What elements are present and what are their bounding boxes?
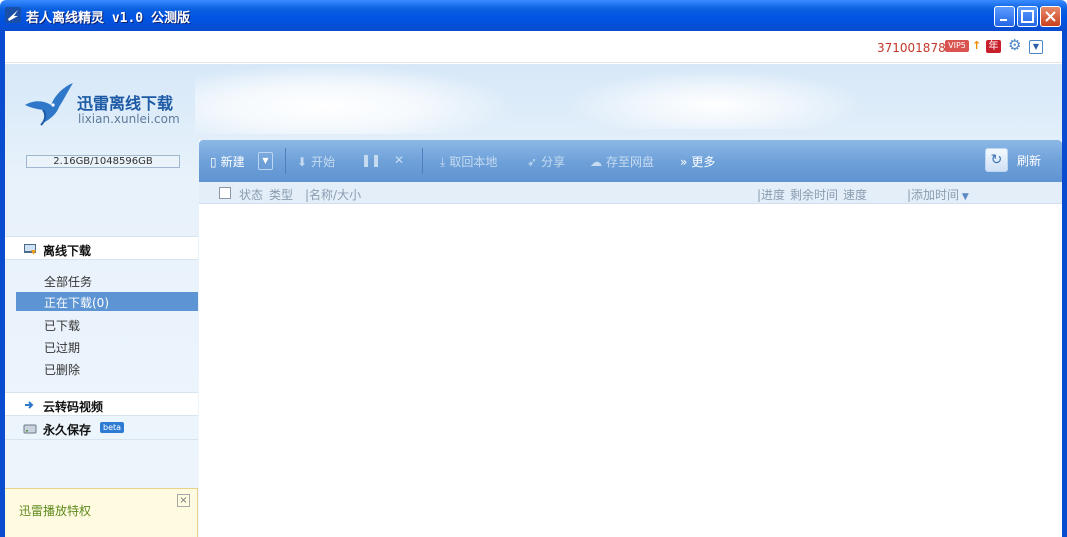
sidebar-item-downloading[interactable]: 正在下载(0) [16, 292, 198, 311]
promo-text[interactable]: 迅雷播放特权 [19, 502, 91, 519]
save-cloud-label: 存至网盘 [606, 155, 655, 169]
sidebar-item-label: 已删除 [44, 363, 81, 377]
cloud-transcode-label: 云转码视频 [43, 400, 104, 414]
column-name-size[interactable]: |名称/大小 [305, 186, 361, 203]
xunlei-bird-logo-icon [25, 83, 73, 126]
download-tray-icon: ⤓ [440, 155, 446, 169]
task-panel: ▯ 新建 ▼ ⬇ 开始 ❚❚ ✕ ⤓ 取回本地 ➶ 分享 ☁ 存至网盘 » 更多… [199, 140, 1062, 537]
pause-button[interactable]: ❚❚ [361, 153, 385, 169]
save-cloud-button[interactable]: ☁ 存至网盘 [590, 153, 654, 169]
more-button[interactable]: » 更多 [680, 153, 715, 169]
toolbar-divider [285, 148, 286, 174]
gear-icon[interactable]: ⚙ [1008, 38, 1021, 53]
column-remaining[interactable]: 剩余时间 [790, 186, 838, 203]
new-file-icon: ▯ [210, 155, 217, 169]
share-icon: ➶ [527, 155, 538, 169]
sidebar-item-downloaded[interactable]: 已下载 [16, 315, 198, 334]
toolbar: ▯ 新建 ▼ ⬇ 开始 ❚❚ ✕ ⤓ 取回本地 ➶ 分享 ☁ 存至网盘 » 更多… [199, 140, 1062, 182]
column-type[interactable]: 类型 [269, 186, 293, 203]
account-id[interactable]: 371001878 [877, 41, 946, 55]
offline-download-section[interactable]: 离线下载 [5, 236, 198, 260]
pause-icon: ❚❚ [361, 153, 382, 167]
disk-drive-icon [23, 424, 37, 434]
permanent-save-label: 永久保存 [43, 423, 92, 437]
account-strip: 371001878 VIP5 ↑ 年 ⚙ ▼ [5, 31, 1062, 63]
sidebar-item-expired[interactable]: 已过期 [16, 337, 198, 356]
column-added-label: |添加时间 [907, 188, 960, 202]
cloud-disk-icon: ☁ [590, 155, 602, 169]
chevron-down-icon[interactable]: ▼ [1029, 40, 1043, 54]
cloud-transcode-section[interactable]: 云转码视频 [5, 392, 198, 416]
start-button[interactable]: ⬇ 开始 [297, 153, 335, 169]
sidebar-item-deleted[interactable]: 已删除 [16, 359, 198, 378]
minimize-button[interactable] [994, 6, 1015, 27]
toolbar-divider [422, 148, 423, 174]
promo-panel[interactable]: 迅雷播放特权 × [5, 488, 198, 537]
close-icon[interactable]: × [177, 494, 190, 507]
logo-domain: lixian.xunlei.com [78, 112, 180, 126]
select-all-checkbox[interactable] [219, 187, 231, 199]
permanent-save-section[interactable]: 永久保存 beta [5, 416, 198, 440]
arrow-right-icon [25, 401, 34, 409]
refresh-label[interactable]: 刷新 [1017, 152, 1041, 168]
app-icon [5, 7, 21, 23]
sort-down-icon: ▼ [959, 192, 969, 202]
maximize-icon [1021, 10, 1034, 23]
annual-badge[interactable]: 年 [986, 40, 1001, 53]
column-header: 状态 类型 |名称/大小 |进度 剩余时间 速度 |添加时间 ▼ [199, 182, 1062, 204]
column-progress[interactable]: |进度 [757, 186, 785, 203]
cloud-decoration [565, 69, 865, 129]
more-label: 更多 [691, 155, 716, 169]
window-title: 若人离线精灵 v1.0 公测版 [26, 11, 190, 26]
column-added[interactable]: |添加时间 ▼ [907, 186, 969, 203]
window-content: 371001878 VIP5 ↑ 年 ⚙ ▼ 迅雷离线下载 lixian.xun… [5, 31, 1062, 537]
beta-badge: beta [100, 422, 125, 433]
refresh-icon[interactable]: ↻ [985, 148, 1008, 172]
download-arrow-icon: ⬇ [297, 155, 308, 169]
delete-x-icon: ✕ [394, 153, 405, 167]
close-button[interactable] [1040, 6, 1061, 27]
sidebar-item-label: 已过期 [44, 341, 81, 355]
new-task-label: 新建 [220, 155, 245, 169]
download-local-button[interactable]: ⤓ 取回本地 [440, 153, 497, 169]
double-chevron-down-icon: » [680, 155, 688, 169]
start-label: 开始 [311, 155, 336, 169]
title-bar[interactable]: 若人离线精灵 v1.0 公测版 [0, 0, 1067, 31]
share-label: 分享 [541, 155, 566, 169]
minimize-icon [1000, 19, 1007, 21]
column-status[interactable]: 状态 [239, 186, 263, 203]
new-task-button[interactable]: ▯ 新建 [210, 153, 245, 169]
window-frame-right [1062, 31, 1067, 537]
delete-button[interactable]: ✕ [394, 153, 408, 169]
share-button[interactable]: ➶ 分享 [527, 153, 565, 169]
upgrade-arrow-icon[interactable]: ↑ [972, 39, 981, 52]
storage-usage: 2.16GB/1048596GB [26, 155, 180, 168]
logo-title: 迅雷离线下载 [77, 94, 174, 113]
sidebar-item-all-tasks[interactable]: 全部任务 [16, 271, 198, 290]
sidebar-item-label: 已下载 [44, 319, 81, 333]
new-dropdown-button[interactable]: ▼ [258, 152, 273, 170]
task-list[interactable] [199, 205, 1062, 537]
maximize-button[interactable] [1017, 6, 1038, 27]
download-folder-icon [24, 244, 36, 255]
cloud-decoration [195, 64, 515, 134]
download-local-label: 取回本地 [449, 155, 498, 169]
offline-section-label: 离线下载 [43, 244, 92, 258]
close-icon [1045, 11, 1056, 22]
vip-badge[interactable]: VIP5 [945, 40, 969, 52]
column-speed[interactable]: 速度 [843, 186, 867, 203]
sidebar-item-label: 全部任务 [44, 275, 93, 289]
sidebar-item-label: 正在下载(0) [44, 296, 109, 310]
